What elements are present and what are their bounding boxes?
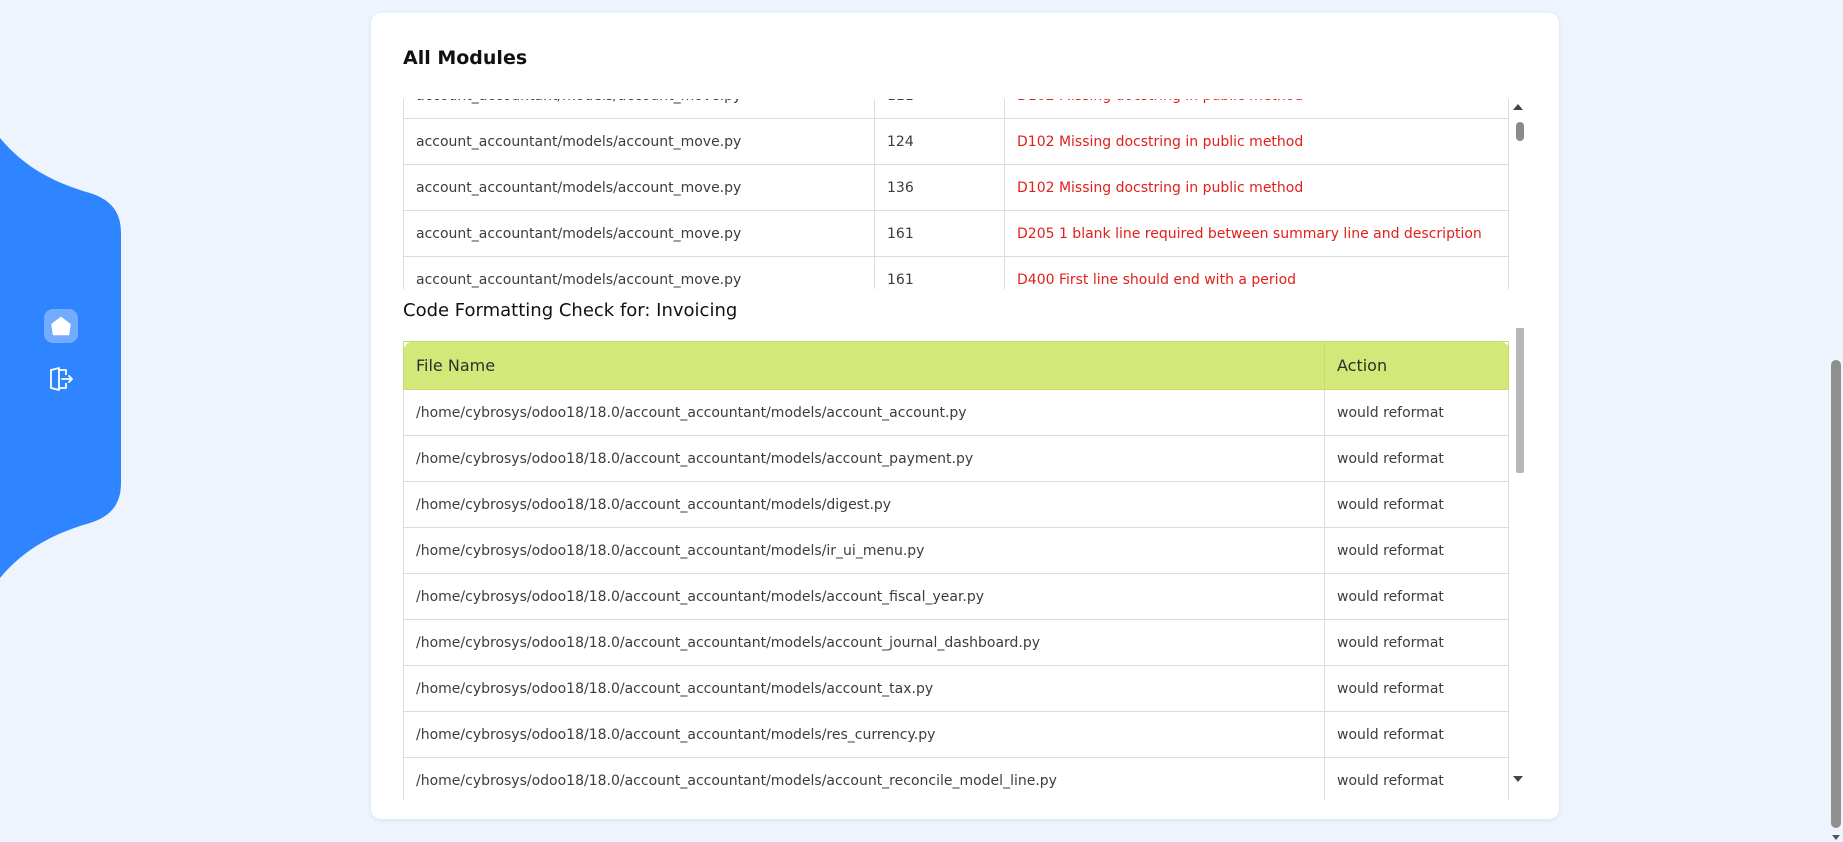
file-name-cell: /home/cybrosys/odoo18/18.0/account_accou… [403,527,1325,574]
file-path-cell: account_accountant/models/account_move.p… [403,164,875,211]
scroll-down-arrow-icon[interactable] [1513,776,1523,782]
file-name-cell: /home/cybrosys/odoo18/18.0/account_accou… [403,573,1325,620]
scroll-up-arrow-icon[interactable] [1513,104,1523,110]
action-cell: would reformat [1324,573,1509,620]
file-path-cell: account_accountant/models/account_move.p… [403,210,875,257]
action-cell: would reformat [1324,527,1509,574]
sidebar [0,138,124,578]
docstring-table-scrollbar[interactable] [1510,99,1528,289]
table-row: /home/cybrosys/odoo18/18.0/account_accou… [403,389,1509,436]
table-row: account_accountant/models/account_move.p… [403,118,1509,165]
format-scroll-thumb[interactable] [1516,328,1524,473]
file-name-cell: /home/cybrosys/odoo18/18.0/account_accou… [403,757,1325,800]
action-cell: would reformat [1324,757,1509,800]
action-cell: would reformat [1324,435,1509,482]
table-row: account_accountant/models/account_move.p… [403,210,1509,257]
table-row: /home/cybrosys/odoo18/18.0/account_accou… [403,619,1509,666]
action-cell: would reformat [1324,619,1509,666]
action-cell: would reformat [1324,711,1509,758]
file-path-cell: account_accountant/models/account_move.p… [403,256,875,289]
modules-card: All Modules account_accountant/models/ac… [371,13,1559,819]
page-scroll-thumb[interactable] [1831,360,1841,828]
table-row: /home/cybrosys/odoo18/18.0/account_accou… [403,573,1509,620]
error-message-cell: D205 1 blank line required between summa… [1004,210,1509,257]
format-check-title: Code Formatting Check for: Invoicing [403,300,738,321]
docstring-scroll-thumb[interactable] [1516,122,1524,141]
error-message-cell: D102 Missing docstring in public method [1004,164,1509,211]
logout-icon [50,367,73,391]
error-message-cell: D400 First line should end with a period [1004,256,1509,289]
table-row: account_accountant/models/account_move.p… [403,99,1509,119]
line-number-cell: 161 [874,256,1005,289]
line-number-cell: 161 [874,210,1005,257]
format-table-container[interactable]: File Name Action /home/cybrosys/odoo18/1… [403,328,1528,800]
file-name-cell: /home/cybrosys/odoo18/18.0/account_accou… [403,435,1325,482]
action-cell: would reformat [1324,665,1509,712]
file-name-cell: /home/cybrosys/odoo18/18.0/account_accou… [403,665,1325,712]
action-cell: would reformat [1324,389,1509,436]
sidebar-logout-button[interactable] [44,362,78,396]
file-path-cell: account_accountant/models/account_move.p… [403,99,875,119]
line-number-cell: 124 [874,118,1005,165]
sidebar-home-button[interactable] [44,309,78,343]
file-name-cell: /home/cybrosys/odoo18/18.0/account_accou… [403,711,1325,758]
action-cell: would reformat [1324,481,1509,528]
line-number-cell: 136 [874,164,1005,211]
format-table-scrollbar[interactable] [1510,328,1528,800]
docstring-table-container[interactable]: account_accountant/models/account_move.p… [403,99,1528,289]
table-row: /home/cybrosys/odoo18/18.0/account_accou… [403,481,1509,528]
file-path-cell: account_accountant/models/account_move.p… [403,118,875,165]
sidebar-background [0,138,121,578]
page-scrollbar[interactable] [1829,0,1843,842]
error-message-cell: D102 Missing docstring in public method [1004,118,1509,165]
home-icon [51,316,71,336]
table-row: account_accountant/models/account_move.p… [403,256,1509,289]
table-row: /home/cybrosys/odoo18/18.0/account_accou… [403,711,1509,758]
error-message-cell: D102 Missing docstring in public method [1004,99,1509,119]
page-scroll-down-icon[interactable] [1832,835,1840,840]
table-row: /home/cybrosys/odoo18/18.0/account_accou… [403,665,1509,712]
file-name-cell: /home/cybrosys/odoo18/18.0/account_accou… [403,389,1325,436]
column-header-file-name[interactable]: File Name [403,341,1325,390]
column-header-action[interactable]: Action [1324,341,1509,390]
table-header-row: File Name Action [403,341,1509,390]
table-row: account_accountant/models/account_move.p… [403,164,1509,211]
format-check-table: File Name Action /home/cybrosys/odoo18/1… [403,341,1509,800]
docstring-table: account_accountant/models/account_move.p… [403,99,1509,289]
file-name-cell: /home/cybrosys/odoo18/18.0/account_accou… [403,481,1325,528]
page-title: All Modules [403,47,528,69]
table-row: /home/cybrosys/odoo18/18.0/account_accou… [403,527,1509,574]
file-name-cell: /home/cybrosys/odoo18/18.0/account_accou… [403,619,1325,666]
table-row: /home/cybrosys/odoo18/18.0/account_accou… [403,435,1509,482]
table-row: /home/cybrosys/odoo18/18.0/account_accou… [403,757,1509,800]
line-number-cell: 111 [874,99,1005,119]
